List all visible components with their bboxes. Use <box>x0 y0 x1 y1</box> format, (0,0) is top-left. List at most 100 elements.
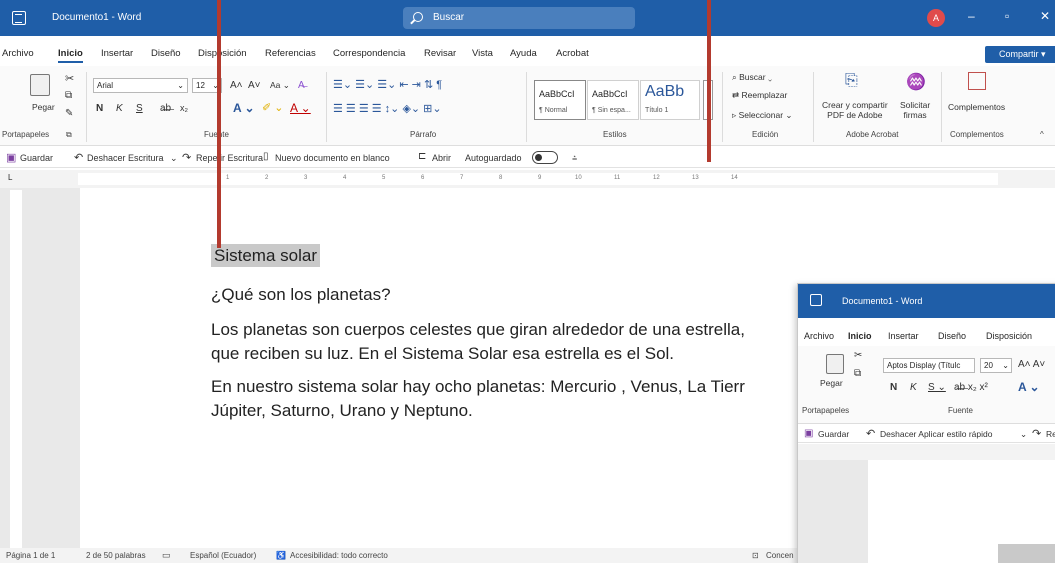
selected-text[interactable]: Sistema solar <box>211 244 320 267</box>
share-button[interactable]: Compartir ▾ <box>985 46 1055 63</box>
find-button[interactable]: ⌕ Buscar ⌄ <box>732 72 772 83</box>
tab-insertar[interactable]: Insertar <box>101 48 133 59</box>
cut-icon[interactable]: ✂ <box>854 350 862 361</box>
tab-inicio[interactable]: Inicio <box>58 48 83 63</box>
accessibility-status[interactable]: Accesibilidad: todo correcto <box>290 551 388 560</box>
cut-icon[interactable]: ✂ <box>65 72 74 85</box>
copy-icon[interactable]: ⧉ <box>65 90 72 101</box>
bold-button[interactable]: N <box>890 382 897 393</box>
redo-button[interactable]: Re <box>1046 429 1055 439</box>
close-icon[interactable]: ✕ <box>1040 9 1050 23</box>
paste-label[interactable]: Pegar <box>32 102 55 112</box>
save-button[interactable]: Guardar <box>20 153 53 163</box>
tab-vista[interactable]: Vista <box>472 48 493 59</box>
doc-paragraph-line[interactable]: Júpiter, Saturno, Urano y Neptuno. <box>211 401 473 421</box>
select-button[interactable]: ▹ Seleccionar ⌄ <box>732 110 793 121</box>
highlight-icon[interactable]: ✐ ⌄ <box>262 101 284 114</box>
tab-insertar[interactable]: Insertar <box>888 331 919 341</box>
style-normal[interactable]: AaBbCcI ¶ Normal <box>534 80 586 120</box>
paste-icon[interactable] <box>30 74 50 96</box>
tab-ayuda[interactable]: Ayuda <box>510 48 537 59</box>
font-name-box[interactable]: Arial ⌄ <box>93 78 188 93</box>
doc-paragraph-line[interactable]: que reciben su luz. En el Sistema Solar … <box>211 344 674 364</box>
format-painter-icon[interactable]: ✎ <box>65 108 73 119</box>
redo-button[interactable]: Repetir Escritura <box>196 153 263 163</box>
undo-icon[interactable]: ↶ <box>866 427 875 440</box>
language[interactable]: Español (Ecuador) <box>190 551 256 560</box>
subscript-icon[interactable]: x₂ <box>180 103 188 113</box>
open-folder-icon[interactable]: ⊏ <box>418 151 426 162</box>
tab-diseno[interactable]: Diseño <box>151 48 181 59</box>
grow-font-icon[interactable]: A˄ <box>230 80 243 91</box>
tab-diseno[interactable]: Diseño <box>938 331 966 341</box>
undo-button[interactable]: Deshacer Aplicar estilo rápido <box>880 429 992 439</box>
clear-format-icon[interactable]: A̶ <box>298 80 305 91</box>
signature-icon[interactable]: ♒ <box>906 72 926 92</box>
tab-archivo[interactable]: Archivo <box>804 331 834 341</box>
addins-button[interactable]: Complementos <box>948 102 1005 112</box>
redo-icon[interactable]: ↷ <box>1032 427 1041 440</box>
underline-button[interactable]: S <box>136 103 143 114</box>
tab-correspondencia[interactable]: Correspondencia <box>333 48 405 59</box>
font-name-box[interactable]: Aptos Display (Títulc <box>883 358 975 373</box>
redo-icon[interactable]: ↷ <box>182 151 191 164</box>
font-color-icon[interactable]: A ⌄ <box>290 101 311 115</box>
doc-title[interactable]: Sistema solar <box>211 244 320 267</box>
strikethrough-icon[interactable]: a̶b̶ <box>160 103 171 114</box>
page-count[interactable]: Página 1 de 1 <box>6 551 55 560</box>
underline-button[interactable]: S ⌄ <box>928 382 946 393</box>
save-button[interactable]: Guardar <box>818 429 849 439</box>
dialog-launcher-icon[interactable]: ⧉ <box>66 130 72 140</box>
word-count[interactable]: 2 de 50 palabras <box>86 551 146 560</box>
restore-icon[interactable]: ▫ <box>1005 9 1009 23</box>
italic-button[interactable]: K <box>910 382 917 393</box>
doc-paragraph-line[interactable]: Los planetas son cuerpos celestes que gi… <box>211 320 745 340</box>
save-icon[interactable]: ▣ <box>804 428 813 439</box>
save-icon[interactable]: ▣ <box>6 151 16 164</box>
strikethrough-icon[interactable]: a̶b̶ x₂ x² <box>954 382 988 393</box>
ruler-strip[interactable]: 1 2 3 4 5 6 7 8 9 10 11 12 13 14 <box>78 173 998 185</box>
change-case-icon[interactable]: Aa ⌄ <box>270 80 290 91</box>
undo-dropdown-icon[interactable]: ⌄ <box>170 153 178 164</box>
undo-dropdown-icon[interactable]: ⌄ <box>1020 429 1027 440</box>
tab-disposicion[interactable]: Disposición <box>986 331 1032 341</box>
tab-referencias[interactable]: Referencias <box>265 48 316 59</box>
shrink-font-icon[interactable]: A˅ <box>248 80 261 91</box>
doc-question[interactable]: ¿Qué son los planetas? <box>211 285 391 305</box>
tab-archivo[interactable]: Archivo <box>2 48 34 59</box>
paste-icon[interactable] <box>826 354 844 374</box>
tab-acrobat[interactable]: Acrobat <box>556 48 589 59</box>
text-effects-icon[interactable]: A ⌄ <box>233 101 255 115</box>
style-no-spacing[interactable]: AaBbCcI ¶ Sin espa... <box>587 80 639 120</box>
paste-label[interactable]: Pegar <box>820 378 843 388</box>
create-pdf-button[interactable]: Crear y compartir PDF de Adobe <box>822 100 888 120</box>
new-blank-button[interactable]: Nuevo documento en blanco <box>275 153 390 163</box>
request-signatures-button[interactable]: Solicitar firmas <box>900 100 930 120</box>
tab-disposicion[interactable]: Disposición <box>198 48 247 59</box>
text-effects-icon[interactable]: A ⌄ <box>1018 380 1040 394</box>
style-heading-1[interactable]: AaBb Título 1 <box>640 80 700 120</box>
second-word-window[interactable]: Documento1 - Word Archivo Inicio Inserta… <box>797 283 1055 563</box>
book-icon[interactable]: ▭ <box>162 550 171 561</box>
tab-selector-icon[interactable]: L <box>8 173 12 182</box>
bullets-icon[interactable]: ☰⌄ ☰⌄ ☰⌄ ⇤ ⇥ ⇅ ¶ <box>333 78 442 91</box>
second-selected-text[interactable] <box>998 544 1055 563</box>
minimize-icon[interactable]: – <box>968 9 975 23</box>
new-document-icon[interactable]: ▯ <box>263 151 269 162</box>
focus-button[interactable]: Concen <box>766 551 794 560</box>
doc-paragraph-line[interactable]: En nuestro sistema solar hay ocho planet… <box>211 377 745 397</box>
bold-button[interactable]: N <box>96 103 103 114</box>
create-pdf-icon[interactable]: ⎘ <box>845 72 858 90</box>
font-size-box[interactable]: 20 ⌄ <box>980 358 1012 373</box>
tab-revisar[interactable]: Revisar <box>424 48 456 59</box>
customize-qat-icon[interactable]: ⩮ <box>572 153 577 164</box>
grow-font-icon[interactable]: A˄ A˅ <box>1018 359 1045 370</box>
replace-button[interactable]: ⇄ Reemplazar <box>732 90 787 101</box>
undo-icon[interactable]: ↶ <box>74 151 83 164</box>
addins-icon[interactable] <box>968 72 986 90</box>
collapse-ribbon-icon[interactable]: ^ <box>1040 130 1044 139</box>
align-icons[interactable]: ☰ ☰ ☰ ☰ ↕⌄ ◈⌄ ⊞⌄ <box>333 102 442 115</box>
copy-icon[interactable]: ⧉ <box>854 368 861 379</box>
tab-inicio[interactable]: Inicio <box>848 331 872 341</box>
undo-button[interactable]: Deshacer Escritura <box>87 153 164 163</box>
